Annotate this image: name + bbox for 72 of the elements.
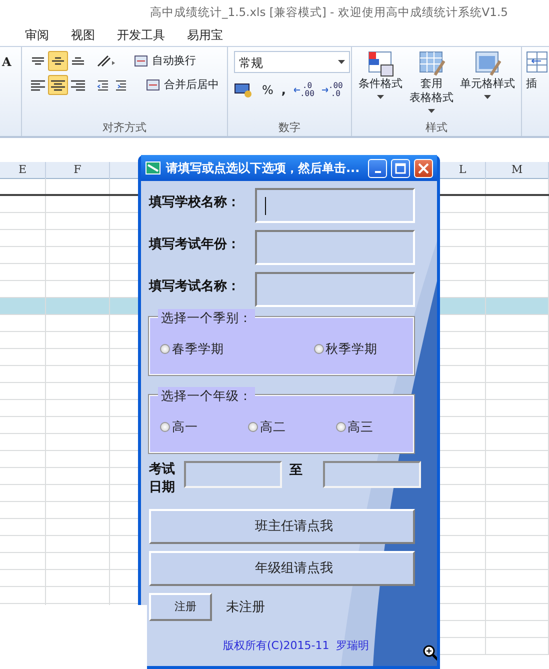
app-title: 高中成绩统计_1.5.xls [兼容模式] - 欢迎使用高中成绩统计系统V1.5: [149, 4, 509, 21]
radio-option[interactable]: 秋季学期: [314, 340, 403, 359]
field-label: 填写考试年份：: [149, 236, 241, 254]
align-icon: [32, 57, 44, 65]
caret-icon: [377, 95, 384, 99]
merge-center-icon: [146, 79, 160, 91]
increase-decimal-button[interactable]: .0 .00: [294, 82, 314, 98]
number-format-dropdown[interactable]: 常规: [234, 51, 350, 73]
input-field[interactable]: [255, 188, 415, 223]
arrow-icon: [294, 87, 300, 93]
align-icon: [52, 57, 64, 65]
minimize-button[interactable]: [368, 158, 387, 178]
align-icon: [51, 80, 65, 90]
close-button[interactable]: [414, 158, 433, 178]
column-header: E: [0, 162, 46, 178]
caret-icon: [338, 60, 345, 64]
zoom-icon: [423, 645, 437, 661]
radio-option[interactable]: 高二: [248, 418, 336, 437]
wrap-text-icon: [134, 55, 148, 67]
input-field[interactable]: [255, 272, 415, 307]
align-icon: [71, 80, 85, 90]
grow-font-button[interactable]: A: [2, 55, 12, 69]
group-title: 样式: [424, 120, 448, 136]
decrease-decimal-button[interactable]: .00 .0: [322, 82, 343, 98]
ribbon-tab[interactable]: 开发工具: [106, 24, 176, 46]
ribbon-tab[interactable]: 视图: [60, 24, 106, 46]
register-button[interactable]: 注册: [149, 593, 212, 622]
caret-icon: [484, 95, 491, 99]
percent-button[interactable]: %: [262, 81, 274, 99]
radio-option[interactable]: 春季学期: [160, 340, 314, 359]
action-button[interactable]: 班主任请点我: [149, 509, 415, 544]
input-field[interactable]: [255, 230, 415, 265]
currency-icon[interactable]: [234, 82, 254, 98]
table-style-button[interactable]: 套用 表格格式: [407, 51, 456, 120]
cell-style-button[interactable]: 单元格样式: [460, 51, 515, 120]
cell-style-icon: [474, 51, 500, 77]
radio-option[interactable]: 高一: [160, 418, 248, 437]
close-icon: [418, 162, 429, 174]
action-button[interactable]: 年级组请点我: [149, 551, 415, 586]
separator-label: 至: [288, 462, 303, 480]
align-icon: [72, 57, 84, 65]
field-label: 填写考试名称：: [149, 278, 241, 296]
ribbon-tab[interactable]: 易用宝: [176, 24, 234, 46]
align-icon: [31, 80, 45, 90]
field-label: 填写学校名称：: [149, 194, 241, 212]
conditional-style-icon: [368, 51, 394, 77]
group-title: 对齐方式: [102, 120, 148, 136]
group-title: 数字: [278, 120, 302, 136]
caret-icon: [428, 109, 436, 113]
conditional-style-button[interactable]: 条件格式: [358, 51, 404, 120]
maximize-icon: [395, 162, 406, 174]
radio-option[interactable]: 高三: [336, 418, 403, 437]
date-field[interactable]: [322, 461, 421, 488]
align-center-button[interactable]: [48, 75, 68, 95]
date-label: 考试日期: [149, 461, 176, 498]
table-style-icon: [418, 51, 445, 77]
date-field[interactable]: [184, 461, 282, 488]
arrow-icon: [322, 87, 328, 93]
dialog-title: 请填写或点选以下选项，然后单击...: [166, 160, 361, 177]
ribbon-tab[interactable]: 审阅: [14, 24, 60, 46]
insert-button[interactable]: 插: [522, 47, 549, 91]
align-middle-button[interactable]: [48, 51, 68, 71]
register-status: 未注册: [226, 598, 265, 617]
comma-button[interactable]: ,: [281, 81, 286, 99]
wrap-text-button[interactable]: 自动换行: [134, 52, 196, 70]
maximize-button[interactable]: [391, 158, 410, 178]
app-icon: [145, 161, 161, 175]
minimize-icon: [374, 170, 380, 172]
copyright-text: 版权所有(C)2015-11 罗瑞明: [223, 638, 370, 654]
column-header: F: [46, 162, 110, 178]
column-header: M: [486, 162, 549, 178]
merge-center-button[interactable]: 合并后居中: [146, 76, 219, 94]
